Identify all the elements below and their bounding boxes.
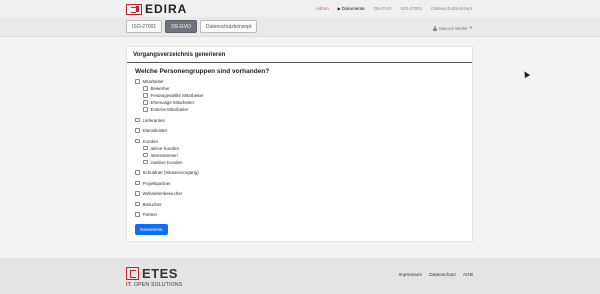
checkbox[interactable]: [135, 117, 140, 123]
user-icon: [433, 25, 438, 31]
checkbox-partner[interactable]: Partner: [135, 211, 464, 218]
question-heading: Welche Personengruppen sind vorhanden?: [135, 68, 270, 75]
checkbox[interactable]: [135, 170, 140, 175]
nav-documents[interactable]: ▶Dokumente: [338, 6, 365, 11]
top-header: EDIRA Admin ▶Dokumente DS-GVO ISO-27001 …: [0, 0, 600, 17]
checkbox[interactable]: [143, 107, 148, 112]
top-nav: Admin ▶Dokumente DS-GVO ISO-27001 Datens…: [316, 6, 472, 11]
checkbox-label: Lieferanten: [142, 117, 166, 123]
link-datenschutz[interactable]: Datenschutz: [429, 273, 456, 278]
tab-ds-gvo[interactable]: DS-GVO: [165, 20, 197, 33]
checkbox-label: inaktive Kunden: [150, 159, 183, 165]
user-menu[interactable]: Marcus Weiler ▾: [433, 25, 472, 31]
etes-logo-row: ETES: [126, 266, 183, 281]
checkbox-festangestellte[interactable]: Festangestellte Mitarbeiter: [135, 92, 464, 99]
form-card: Vorgangsverzeichnis generieren Welche Pe…: [126, 46, 473, 242]
sub-nav-bar: ISO-27001 DS-GVO Datenschutzkonzept Marc…: [0, 17, 600, 37]
checkbox-label: Ehemalige Mitarbeiter: [150, 100, 195, 105]
checkbox-schuldner[interactable]: Schuldner (Inkassovorgang): [135, 169, 464, 176]
edira-logo-icon: [126, 3, 142, 15]
checkbox[interactable]: [143, 93, 148, 98]
checkbox-label: Webseitenbesucher: [142, 191, 183, 196]
checkbox-kunden[interactable]: Kunden: [135, 138, 464, 145]
checkbox[interactable]: [135, 191, 140, 196]
footer: ETES IT. OPEN SOLUTIONS Impressum Datens…: [0, 258, 600, 294]
checkbox-lieferanten[interactable]: Lieferanten: [135, 117, 464, 124]
footer-brand: ETES: [142, 266, 178, 281]
checkbox[interactable]: [135, 79, 140, 84]
link-impressum[interactable]: Impressum: [398, 273, 422, 278]
checkbox-projektpartner[interactable]: Projektpartner: [135, 180, 464, 187]
chevron-down-icon: ▾: [469, 25, 472, 30]
edira-logo[interactable]: EDIRA: [126, 2, 188, 16]
footer-links: Impressum Datenschutz AGB: [398, 273, 473, 278]
checkbox-label: Besucher: [142, 201, 162, 207]
checkbox[interactable]: [143, 152, 148, 158]
checkbox-label: Dienstleister: [142, 128, 168, 133]
checkbox-label: Mitarbeiter: [142, 79, 164, 84]
tab-iso-27001[interactable]: ISO-27001: [126, 20, 163, 33]
generate-button[interactable]: Generieren: [135, 224, 168, 235]
mouse-cursor-icon: [521, 69, 531, 79]
checkbox[interactable]: [143, 159, 148, 165]
checkbox-mitarbeiter[interactable]: Mitarbeiter: [135, 78, 464, 85]
checkbox-label: Partner: [142, 212, 158, 217]
nav-iso[interactable]: ISO-27001: [400, 6, 422, 11]
etes-logo-icon: [126, 267, 139, 280]
tagline-it: IT.: [126, 282, 133, 288]
checkbox[interactable]: [135, 180, 140, 186]
checkbox-inaktive-kunden[interactable]: inaktive Kunden: [135, 159, 464, 166]
link-agb[interactable]: AGB: [463, 273, 473, 278]
checkbox[interactable]: [135, 138, 140, 144]
nav-admin[interactable]: Admin: [316, 6, 329, 11]
section-tabs: ISO-27001 DS-GVO Datenschutzkonzept: [126, 20, 258, 33]
checkbox[interactable]: [143, 86, 148, 91]
checkbox[interactable]: [143, 145, 148, 151]
nav-datenschutz[interactable]: Datenschutzkonzept: [431, 6, 472, 11]
checkbox-besucher[interactable]: Besucher: [135, 201, 464, 208]
nav-documents-label: Dokumente: [341, 6, 365, 11]
checkbox-webseitenbesucher[interactable]: Webseitenbesucher: [135, 190, 464, 197]
checkbox-label: Projektpartner: [142, 180, 171, 186]
checkbox[interactable]: [135, 212, 140, 217]
checkbox-label: Interessenten: [150, 152, 178, 158]
checkbox-interessenten[interactable]: Interessenten: [135, 152, 464, 159]
checkbox-label: Schuldner (Inkassovorgang): [142, 170, 199, 175]
checkbox-externe[interactable]: Externe Mitarbeiter: [135, 106, 464, 113]
checkbox-label: Kunden: [142, 138, 159, 144]
caret-right-icon: ▶: [337, 6, 341, 11]
checkbox-label: Bewerber: [150, 86, 170, 91]
tab-datenschutzkonzept[interactable]: Datenschutzkonzept: [199, 20, 258, 33]
tagline-rest: OPEN SOLUTIONS: [133, 282, 183, 288]
checkbox[interactable]: [135, 201, 140, 207]
checkbox-label: aktive Kunden: [150, 145, 180, 151]
form-body: Welche Personengruppen sind vorhanden? M…: [127, 63, 472, 241]
checkbox-aktive-kunden[interactable]: aktive Kunden: [135, 145, 464, 152]
footer-tagline: IT. OPEN SOLUTIONS: [126, 282, 183, 288]
checkbox-bewerber[interactable]: Bewerber: [135, 85, 464, 92]
checkbox-dienstleister[interactable]: Dienstleister: [135, 127, 464, 134]
user-name: Marcus Weiler: [439, 25, 468, 31]
etes-logo[interactable]: ETES IT. OPEN SOLUTIONS: [126, 266, 183, 288]
checkbox-ehemalige[interactable]: Ehemalige Mitarbeiter: [135, 99, 464, 106]
brand-name: EDIRA: [145, 2, 188, 16]
checkbox[interactable]: [143, 100, 148, 105]
card-title: Vorgangsverzeichnis generieren: [127, 47, 472, 63]
checkbox-label: Festangestellte Mitarbeiter: [150, 93, 204, 98]
nav-dsgvo[interactable]: DS-GVO: [374, 6, 392, 11]
checkbox-label: Externe Mitarbeiter: [150, 107, 189, 112]
checkbox[interactable]: [135, 128, 140, 133]
